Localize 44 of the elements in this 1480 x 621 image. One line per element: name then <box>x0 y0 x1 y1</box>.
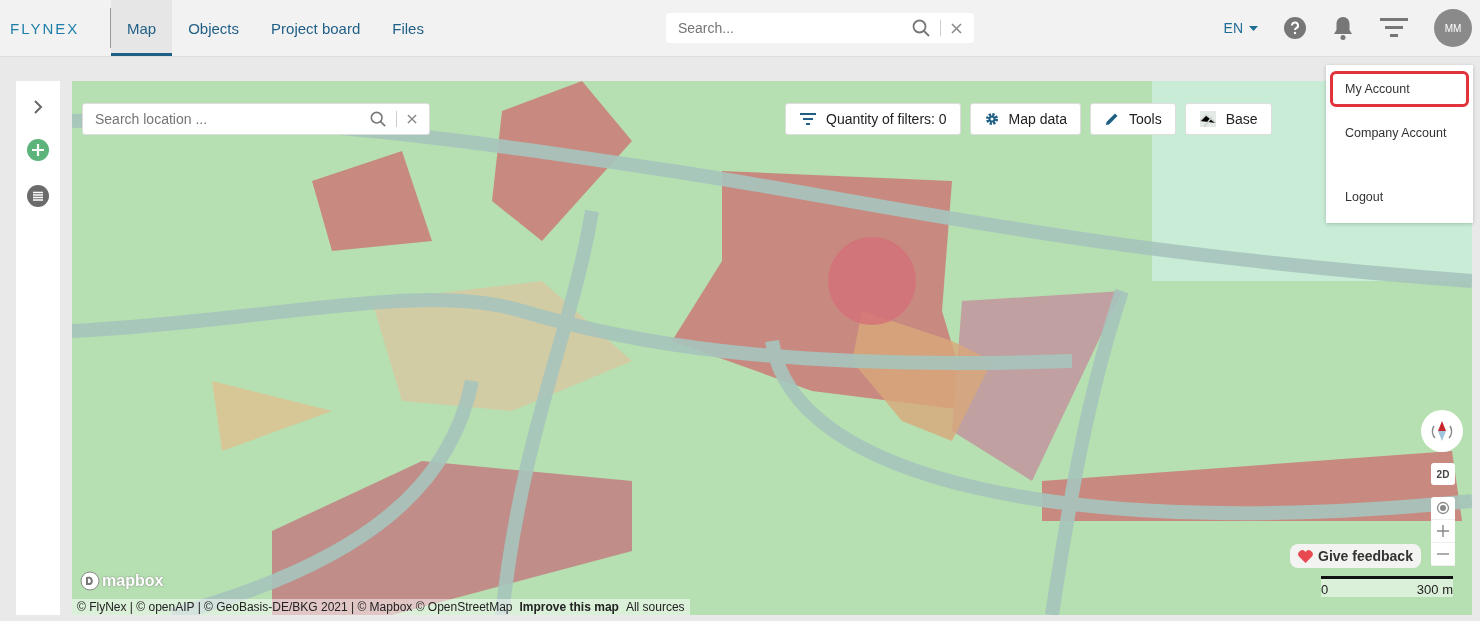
heart-icon <box>1298 549 1313 563</box>
bell-icon[interactable] <box>1332 15 1354 41</box>
view-toggle-button[interactable]: 2D <box>1431 463 1455 485</box>
search-field[interactable]: Search... <box>665 13 974 43</box>
mapbox-logo: mapbox <box>102 572 164 590</box>
map-data-button[interactable]: Map data <box>969 103 1081 135</box>
list-icon[interactable] <box>27 185 49 207</box>
close-icon[interactable] <box>407 114 417 124</box>
location-search-field[interactable]: Search location ... <box>82 103 430 135</box>
tools-button[interactable]: Tools <box>1090 103 1176 135</box>
nav-tab[interactable]: Project board <box>255 0 377 56</box>
search-icon[interactable] <box>370 111 386 127</box>
search-icon[interactable] <box>911 19 930 37</box>
scale-label: 0 <box>1321 582 1329 597</box>
sources-link[interactable]: All sources <box>625 600 685 614</box>
feedback-button[interactable]: Give feedback <box>1290 544 1421 568</box>
menu-item[interactable]: My Account <box>1330 71 1469 107</box>
base-map-button[interactable]: Base <box>1184 103 1272 135</box>
mapbox-logo-icon <box>80 571 100 591</box>
help-icon[interactable] <box>1284 17 1306 39</box>
nav-tab[interactable]: Objects <box>172 0 256 56</box>
filter-icon[interactable] <box>1380 17 1408 39</box>
plus-icon <box>1436 524 1450 538</box>
caret-icon <box>1249 25 1258 31</box>
improve-map-link[interactable]: Improve this map <box>519 600 619 614</box>
menu-item[interactable]: Company Account <box>1330 115 1469 151</box>
filters-button[interactable]: Quantity of filters: 0 <box>785 103 961 135</box>
attribution-text: © FlyNex | © openAIP | © GeoBasis-DE/BKG 2021 | © Mapbox © OpenStreetMap <box>77 600 513 614</box>
pencil-icon <box>1105 112 1119 126</box>
map-thumbnail-icon <box>1199 111 1216 127</box>
filter-icon <box>800 113 816 125</box>
gear-icon <box>984 112 999 126</box>
close-icon[interactable] <box>950 22 962 34</box>
search-input[interactable]: Search... <box>675 19 902 37</box>
scale-label: 300 m <box>1416 582 1453 597</box>
target-icon <box>1436 501 1450 515</box>
logo[interactable]: FLYNEX <box>0 19 108 37</box>
nav-tab[interactable]: Files <box>376 0 440 56</box>
menu-item[interactable]: Logout <box>1330 179 1469 215</box>
chevron-right-icon[interactable] <box>33 99 43 115</box>
add-icon[interactable] <box>27 139 49 161</box>
nav-tab[interactable]: Map <box>111 0 173 56</box>
language-dropdown[interactable]: EN <box>1223 20 1258 36</box>
location-search-input[interactable]: Search location ... <box>93 110 360 128</box>
